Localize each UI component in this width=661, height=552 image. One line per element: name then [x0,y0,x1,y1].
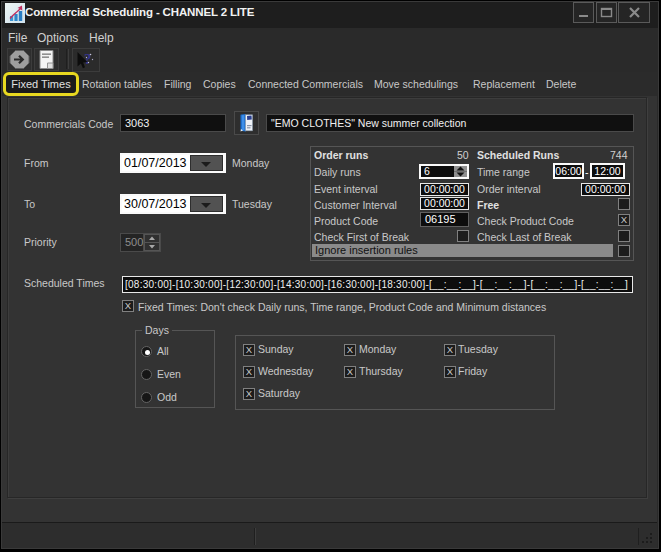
svg-text:?: ? [84,51,92,67]
